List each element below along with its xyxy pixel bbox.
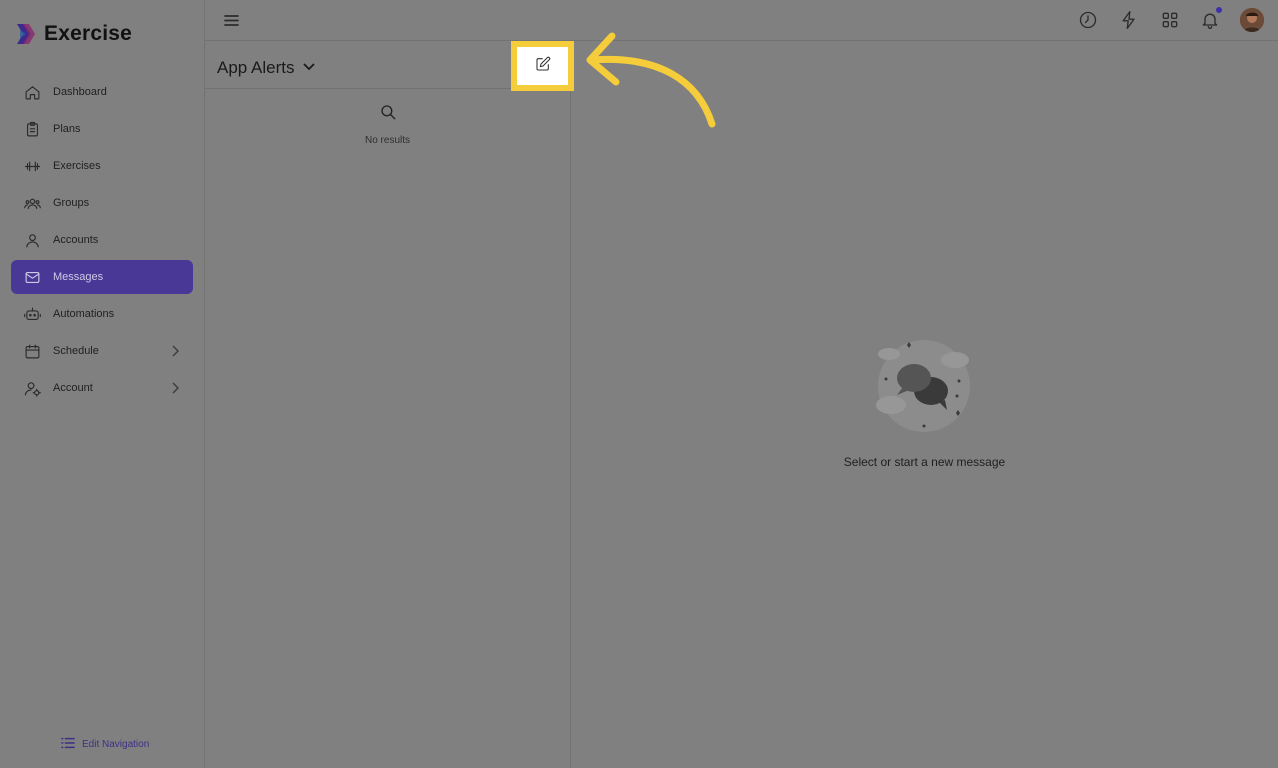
sidebar-item-label: Groups: [53, 197, 90, 209]
sidebar-item-label: Messages: [53, 271, 104, 283]
sidebar-item-accounts[interactable]: Accounts: [11, 223, 193, 257]
sidebar: Exercise Dashboard Plans Exercises Group…: [0, 0, 205, 768]
sidebar-item-schedule[interactable]: Schedule: [11, 334, 193, 368]
sidebar-item-label: Account: [53, 382, 93, 394]
app-logo[interactable]: Exercise: [14, 22, 132, 46]
sidebar-item-groups[interactable]: Groups: [11, 186, 193, 220]
edit-navigation-link[interactable]: Edit Navigation: [61, 736, 149, 753]
chevron-down-icon: [302, 58, 316, 78]
user-icon: [23, 231, 41, 249]
sidebar-item-label: Exercises: [53, 160, 101, 172]
sidebar-item-label: Automations: [53, 308, 115, 320]
lightning-icon[interactable]: [1119, 10, 1139, 30]
sidebar-item-plans[interactable]: Plans: [11, 112, 193, 146]
notification-dot: [1216, 7, 1222, 13]
no-results-text: No results: [364, 135, 410, 146]
chevron-right-icon: [171, 345, 179, 357]
calendar-icon: [23, 342, 41, 360]
top-bar: [205, 0, 1278, 41]
mail-icon: [23, 268, 41, 286]
history-icon[interactable]: [1078, 10, 1098, 30]
menu-toggle-icon[interactable]: [223, 12, 240, 29]
user-settings-icon: [23, 379, 41, 397]
clipboard-icon: [23, 120, 41, 138]
chat-empty-text: Select or start a new message: [843, 455, 1006, 469]
sidebar-item-dashboard[interactable]: Dashboard: [11, 75, 193, 109]
sidebar-item-label: Plans: [53, 123, 81, 135]
chat-bubbles-illustration: [869, 336, 979, 436]
avatar[interactable]: [1240, 8, 1264, 32]
inbox-selector[interactable]: App Alerts: [217, 58, 316, 78]
sidebar-nav: Dashboard Plans Exercises Groups Account…: [11, 75, 193, 408]
list-icon: [61, 736, 75, 753]
apps-grid-icon[interactable]: [1160, 10, 1180, 30]
edit-icon: [535, 56, 551, 77]
app-name: Exercise: [44, 22, 133, 45]
bell-icon[interactable]: [1200, 7, 1222, 30]
sidebar-item-account[interactable]: Account: [11, 371, 193, 405]
sidebar-item-label: Dashboard: [53, 86, 107, 98]
edit-navigation-label: Edit Navigation: [82, 739, 150, 750]
robot-icon: [23, 305, 41, 323]
home-icon: [23, 83, 41, 101]
sidebar-item-label: Accounts: [53, 234, 99, 246]
inbox-label: App Alerts: [217, 58, 295, 77]
chat-panel: Select or start a new message: [571, 41, 1278, 768]
dumbbell-icon: [23, 157, 41, 175]
sidebar-item-automations[interactable]: Automations: [11, 297, 193, 331]
chevron-right-icon: [171, 382, 179, 394]
compose-message-button[interactable]: [511, 41, 574, 91]
empty-list-state: No results: [205, 103, 570, 146]
sidebar-item-label: Schedule: [53, 345, 99, 357]
sidebar-item-messages[interactable]: Messages: [11, 260, 193, 294]
conversation-list-panel: App Alerts No results: [205, 41, 574, 768]
logo-icon: [14, 22, 38, 46]
sidebar-item-exercises[interactable]: Exercises: [11, 149, 193, 183]
tutorial-arrow-icon: [586, 32, 716, 128]
search-icon: [379, 105, 397, 125]
users-icon: [23, 194, 41, 212]
